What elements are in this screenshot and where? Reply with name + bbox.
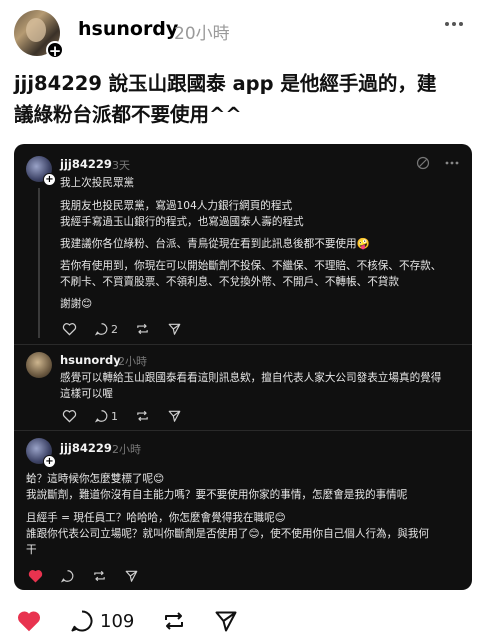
- comment-actions: 2: [62, 321, 199, 337]
- comment-button[interactable]: 109: [70, 609, 134, 633]
- like-button[interactable]: [16, 609, 42, 633]
- translate-icon: [416, 156, 430, 170]
- follow-plus-icon[interactable]: +: [46, 41, 64, 60]
- comment-username: hsunordy: [60, 353, 121, 367]
- card-top-icons: [416, 156, 460, 170]
- comment-actions: [28, 568, 156, 584]
- comment-line: 且經手 = 現任員工？哈哈哈，你怎麼會覺得我在職呢😊: [26, 512, 286, 524]
- share-icon[interactable]: [167, 409, 182, 423]
- comment-line: 我朋友也投民眾黨，寫過104人力銀行網頁的程式: [60, 200, 293, 212]
- repost-button[interactable]: [162, 609, 186, 633]
- post-text-line: 議綠粉台派都不要使用^^: [14, 103, 242, 126]
- comment-line: 我經手寫過玉山銀行的程式，也寫過國泰人壽的程式: [60, 216, 304, 228]
- comment-line: 這樣可以喔: [60, 388, 113, 400]
- post-header: + hsunordy 20小時: [14, 8, 474, 64]
- like-count: 109: [100, 610, 135, 632]
- post-time: 20小時: [174, 24, 230, 44]
- comment-line: 謝謝😊: [60, 298, 93, 310]
- comment-username: jjj84229: [60, 157, 112, 171]
- embedded-screenshot[interactable]: + jjj84229 3天 我上次投民眾黨 我朋友也投民眾黨，寫過104人力銀行…: [14, 144, 472, 590]
- comment-icon[interactable]: 1: [94, 409, 118, 423]
- reply-count: 1: [111, 409, 118, 423]
- post-text: jjj84229 說玉山跟國泰 app 是他經手過的，建 議綠粉台派都不要使用^…: [14, 68, 476, 130]
- comment-line: 我建議你各位綠粉、台派、青鳥從現在看到此訊息後都不要使用🤪: [60, 238, 370, 250]
- comment-time: 2小時: [112, 443, 141, 456]
- comment-icon: [71, 610, 93, 632]
- repost-icon: [165, 612, 184, 630]
- post-text-line: jjj84229 說玉山跟國泰 app 是他經手過的，建: [14, 72, 437, 95]
- comment-line: 干: [26, 544, 37, 556]
- comment-time: 2小時: [118, 355, 147, 368]
- heart-icon[interactable]: [62, 322, 77, 336]
- repost-icon[interactable]: [135, 409, 150, 423]
- share-icon[interactable]: [124, 569, 139, 583]
- thread-line: [38, 188, 40, 338]
- share-button[interactable]: [214, 609, 238, 633]
- comment-line: 不刷卡、不買賣股票、不領利息、不兌換外幣、不開戶、不轉帳、不貸款: [60, 276, 399, 288]
- repost-icon[interactable]: [92, 569, 107, 583]
- comment-icon[interactable]: [60, 569, 75, 583]
- divider: [14, 430, 472, 431]
- follow-plus-icon: +: [43, 173, 56, 186]
- more-options-icon[interactable]: [440, 14, 468, 34]
- reply-count: 2: [111, 322, 118, 336]
- comment-line: 感覺可以轉給玉山跟國泰看看這則訊息欸，擅自代表人家大公司發表立場真的覺得: [60, 372, 442, 384]
- comment-actions: 1: [62, 408, 199, 424]
- comment-line: 誰跟你代表公司立場呢？就叫你斷劑是否使用了😊，使不使用你自己個人行為，與我何: [26, 528, 430, 540]
- avatar: [26, 352, 52, 378]
- comment-line: 蛤？這時候你怎麼雙標了呢😊: [26, 473, 165, 485]
- comment-username: jjj84229: [60, 441, 112, 455]
- heart-icon[interactable]: [62, 409, 77, 423]
- comment-line: 我說斷劑，難道你沒有自主能力嗎？要不要使用你家的事情，怎麼會是我的事情呢: [26, 489, 408, 501]
- share-icon[interactable]: [167, 322, 182, 336]
- heart-icon[interactable]: [28, 569, 43, 583]
- share-icon: [215, 611, 237, 632]
- comment-icon[interactable]: 2: [94, 322, 118, 336]
- heart-icon: [18, 611, 40, 632]
- comment-time: 3天: [112, 159, 130, 172]
- follow-plus-icon: +: [43, 455, 56, 468]
- more-options-icon: [445, 161, 459, 165]
- comment-line: 我上次投民眾黨: [60, 177, 135, 189]
- divider: [14, 344, 472, 345]
- repost-icon[interactable]: [135, 322, 150, 336]
- comment-line: 若你有使用到，你現在可以開始斷劑不投保、不繼保、不理賠、不核保、不存款、: [60, 260, 442, 272]
- author-name[interactable]: hsunordy: [78, 18, 178, 40]
- post-actions: 109: [16, 604, 266, 638]
